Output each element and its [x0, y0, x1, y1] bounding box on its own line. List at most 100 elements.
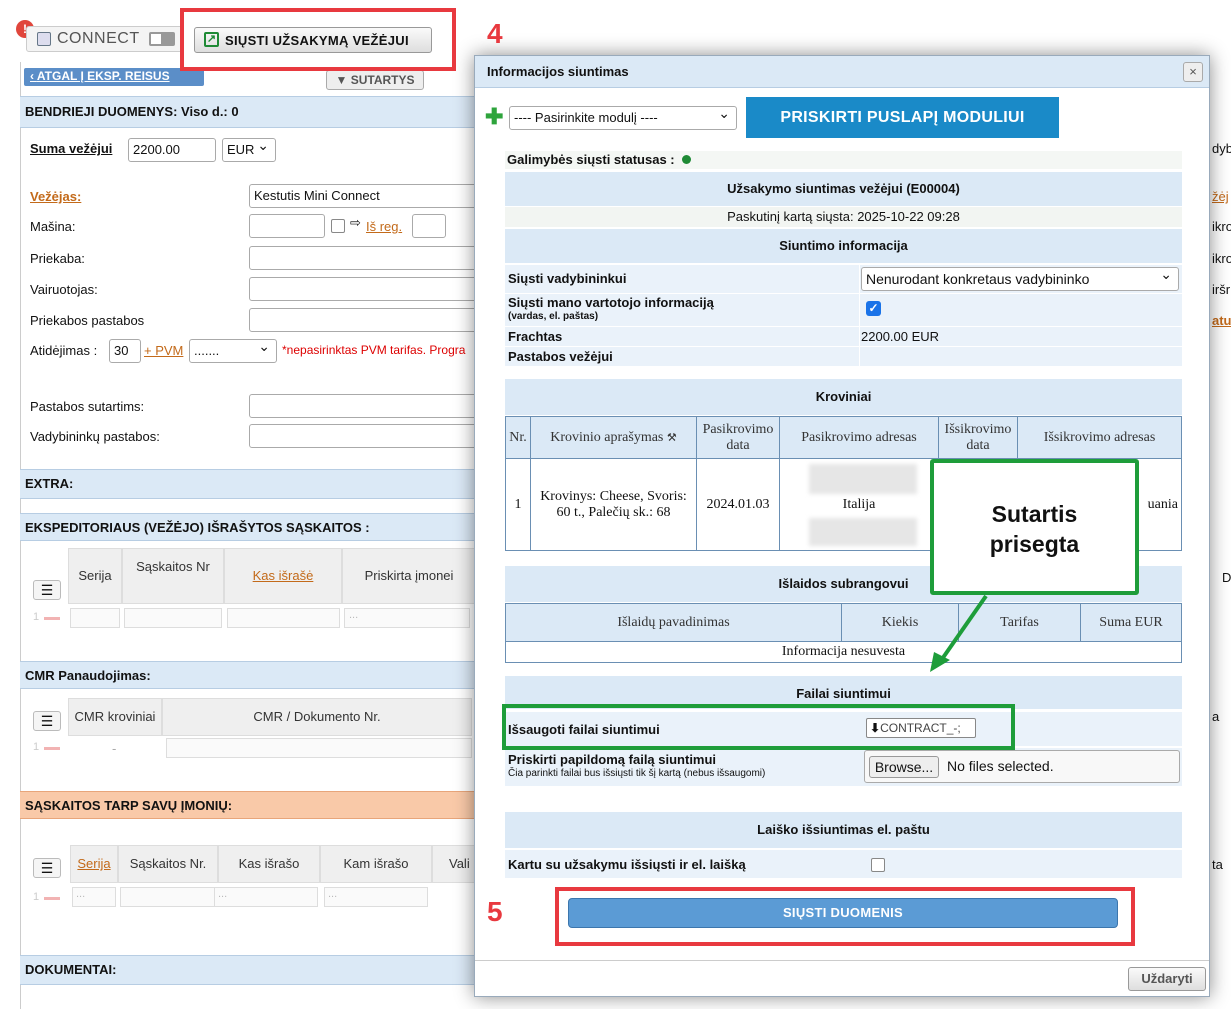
my-info-sub: (vardas, el. paštas) — [508, 311, 599, 322]
inv-col-issuer[interactable]: Kas išrašė — [224, 548, 342, 604]
cargo-col-unload-addr: Išsikrovimo adresas — [1017, 416, 1182, 459]
subcontract-table: Išlaidų pavadinimas Kiekis Tarifas Suma … — [505, 603, 1182, 663]
no-files-text: No files selected. — [947, 758, 1054, 774]
cmr-ghost-doc[interactable] — [166, 738, 472, 758]
cmr-menu-icon[interactable]: ☰ — [33, 711, 61, 731]
browse-button[interactable]: Browse... — [869, 756, 939, 778]
file-input[interactable]: Browse... No files selected. — [864, 750, 1180, 783]
cargo-col-unload-date: Išsikrovimo data — [938, 416, 1018, 459]
cmr-col-cargo: CMR kroviniai — [68, 698, 162, 736]
back-button[interactable]: ‹ ATGAL Į EKSP. REISUS — [24, 68, 204, 86]
freight-value: 2200.00 EUR — [861, 329, 940, 344]
assign-page-button[interactable]: PRISKIRTI PUSLAPĮ MODULIUI — [746, 97, 1059, 138]
cargo-col-load-addr: Pasikrovimo adresas — [779, 416, 939, 459]
highlight-send-order — [180, 8, 456, 71]
cmr-remove-icon[interactable] — [44, 747, 60, 750]
freight-label: Frachtas — [508, 329, 563, 344]
my-info-checkbox[interactable]: ✓ — [866, 301, 881, 316]
close-footer-button[interactable]: Uždaryti — [1128, 967, 1206, 991]
own-ghost-receiver[interactable]: ... — [324, 887, 428, 907]
modal-close-button[interactable]: × — [1183, 62, 1203, 82]
edge-text-9: ta — [1212, 857, 1223, 872]
driver-input[interactable] — [249, 277, 479, 301]
carrier-link[interactable]: Vežėjas: — [30, 189, 81, 204]
own-col-serija[interactable]: Serija — [70, 845, 118, 883]
cmr-dash: - — [112, 741, 117, 756]
invoices-menu-icon[interactable]: ☰ — [33, 580, 61, 600]
edge-text-4: ikrov — [1212, 251, 1231, 266]
modal-footer-divider — [475, 960, 1209, 961]
remove-row-icon[interactable] — [44, 617, 60, 620]
contracts-tab[interactable]: ▼ SUTARTYS — [326, 70, 424, 90]
reg-input[interactable] — [412, 214, 446, 238]
connect-label: CONNECT — [57, 30, 140, 47]
notes-label: Pastabos vežėjui — [508, 349, 613, 364]
own-row-number: 1 — [33, 891, 40, 903]
connect-widget[interactable]: CONNECT — [26, 26, 184, 52]
sub-col-sum: Suma EUR — [1080, 603, 1182, 642]
callout-arrow — [930, 594, 988, 672]
cargo-col-nr: Nr. — [505, 416, 531, 459]
cmr-col-doc: CMR / Dokumento Nr. — [162, 698, 472, 736]
own-ghost-issuer[interactable]: ... — [214, 887, 318, 907]
trailer-notes-input[interactable] — [249, 308, 479, 332]
invoices-header: EKSPEDITORIAUS (VEŽĖJO) IŠRAŠYTOS SĄSKAI… — [20, 513, 490, 541]
email-checkbox[interactable] — [871, 858, 885, 872]
add-plus-icon[interactable]: ✚ — [485, 104, 503, 130]
edge-text-1: dyb — [1212, 141, 1231, 156]
carrier-input[interactable]: Kestutis Mini Connect — [249, 184, 479, 208]
sum-input[interactable]: 2200.00 — [128, 138, 216, 162]
inv-ghost-issuer[interactable] — [227, 608, 340, 628]
currency-select[interactable]: EUR — [222, 137, 276, 162]
callout-box: Sutartis prisegta — [930, 459, 1139, 595]
arrow-right-icon: ⇨ — [350, 215, 361, 230]
contracts-label: SUTARTYS — [350, 73, 415, 87]
notes-row: Pastabos vežėjui — [505, 347, 1182, 366]
edge-text-2: žėj — [1212, 189, 1229, 204]
send-title: Užsakymo siuntimas vežėjui (E00004) — [727, 181, 960, 196]
own-col-currency: Vali — [432, 845, 476, 883]
back-label: ATGAL Į EKSP. REISUS — [36, 69, 170, 83]
trailer-input[interactable] — [249, 246, 479, 270]
cargo-band: Kroviniai — [505, 379, 1182, 415]
inv-ghost-company[interactable]: ... — [344, 608, 470, 628]
contract-notes-label: Pastabos sutartims: — [30, 399, 145, 414]
modal-header: Informacijos siuntimas — [475, 56, 1209, 88]
own-ghost-serija[interactable]: ... — [72, 887, 116, 907]
module-select[interactable]: ---- Pasirinkite modulį ---- — [509, 105, 737, 130]
inv-col-serija: Serija — [68, 548, 122, 604]
own-ghost-number[interactable] — [120, 887, 216, 907]
own-invoices-header: SĄSKAITOS TARP SAVŲ ĮMONIŲ: — [20, 791, 490, 819]
general-data-title: BENDRIEJI DUOMENYS: — [25, 104, 178, 119]
connect-toggle[interactable] — [149, 32, 175, 46]
inv-ghost-serija[interactable] — [70, 608, 120, 628]
edge-text-8: a — [1212, 709, 1220, 724]
delay-label: Atidėjimas : — [30, 343, 98, 358]
sub-empty: Informacija nesuvesta — [505, 641, 1182, 663]
inv-ghost-number[interactable] — [124, 608, 222, 628]
managers-select[interactable]: Nenurodant konkretaus vadybininko — [861, 266, 1179, 291]
contract-notes-input[interactable] — [249, 394, 479, 418]
inv-row-number: 1 — [33, 611, 40, 623]
vat-link[interactable]: + PVM — [144, 343, 183, 358]
cargo-col-desc: Krovinio aprašymas ⚒ — [530, 416, 697, 459]
car-input[interactable] — [249, 214, 325, 238]
trailer-notes-label: Priekabos pastabos — [30, 313, 145, 328]
edge-text-3: ikro — [1212, 219, 1231, 234]
manager-notes-input[interactable] — [249, 424, 479, 448]
car-label: Mašina: — [30, 219, 76, 234]
highlight-saved-files — [502, 704, 1015, 750]
car-checkbox[interactable] — [331, 219, 345, 233]
days-value: 0 — [231, 104, 239, 119]
from-registry-link[interactable]: Iš reg. — [366, 219, 402, 234]
own-remove-icon[interactable] — [44, 897, 60, 900]
days-label: Viso d.: — [181, 104, 228, 119]
own-menu-icon[interactable]: ☰ — [33, 858, 61, 878]
delay-input[interactable]: 30 — [109, 339, 141, 363]
general-data-header: BENDRIEJI DUOMENYS: Viso d.: 0 — [20, 96, 490, 128]
tools-icon: ⚒ — [666, 431, 677, 444]
vat-select[interactable]: ....... — [189, 338, 277, 363]
edge-text-6: atu — [1212, 313, 1231, 328]
cargo-nr: 1 — [505, 458, 531, 551]
sending-info-title: Siuntimo informacija — [779, 238, 908, 253]
